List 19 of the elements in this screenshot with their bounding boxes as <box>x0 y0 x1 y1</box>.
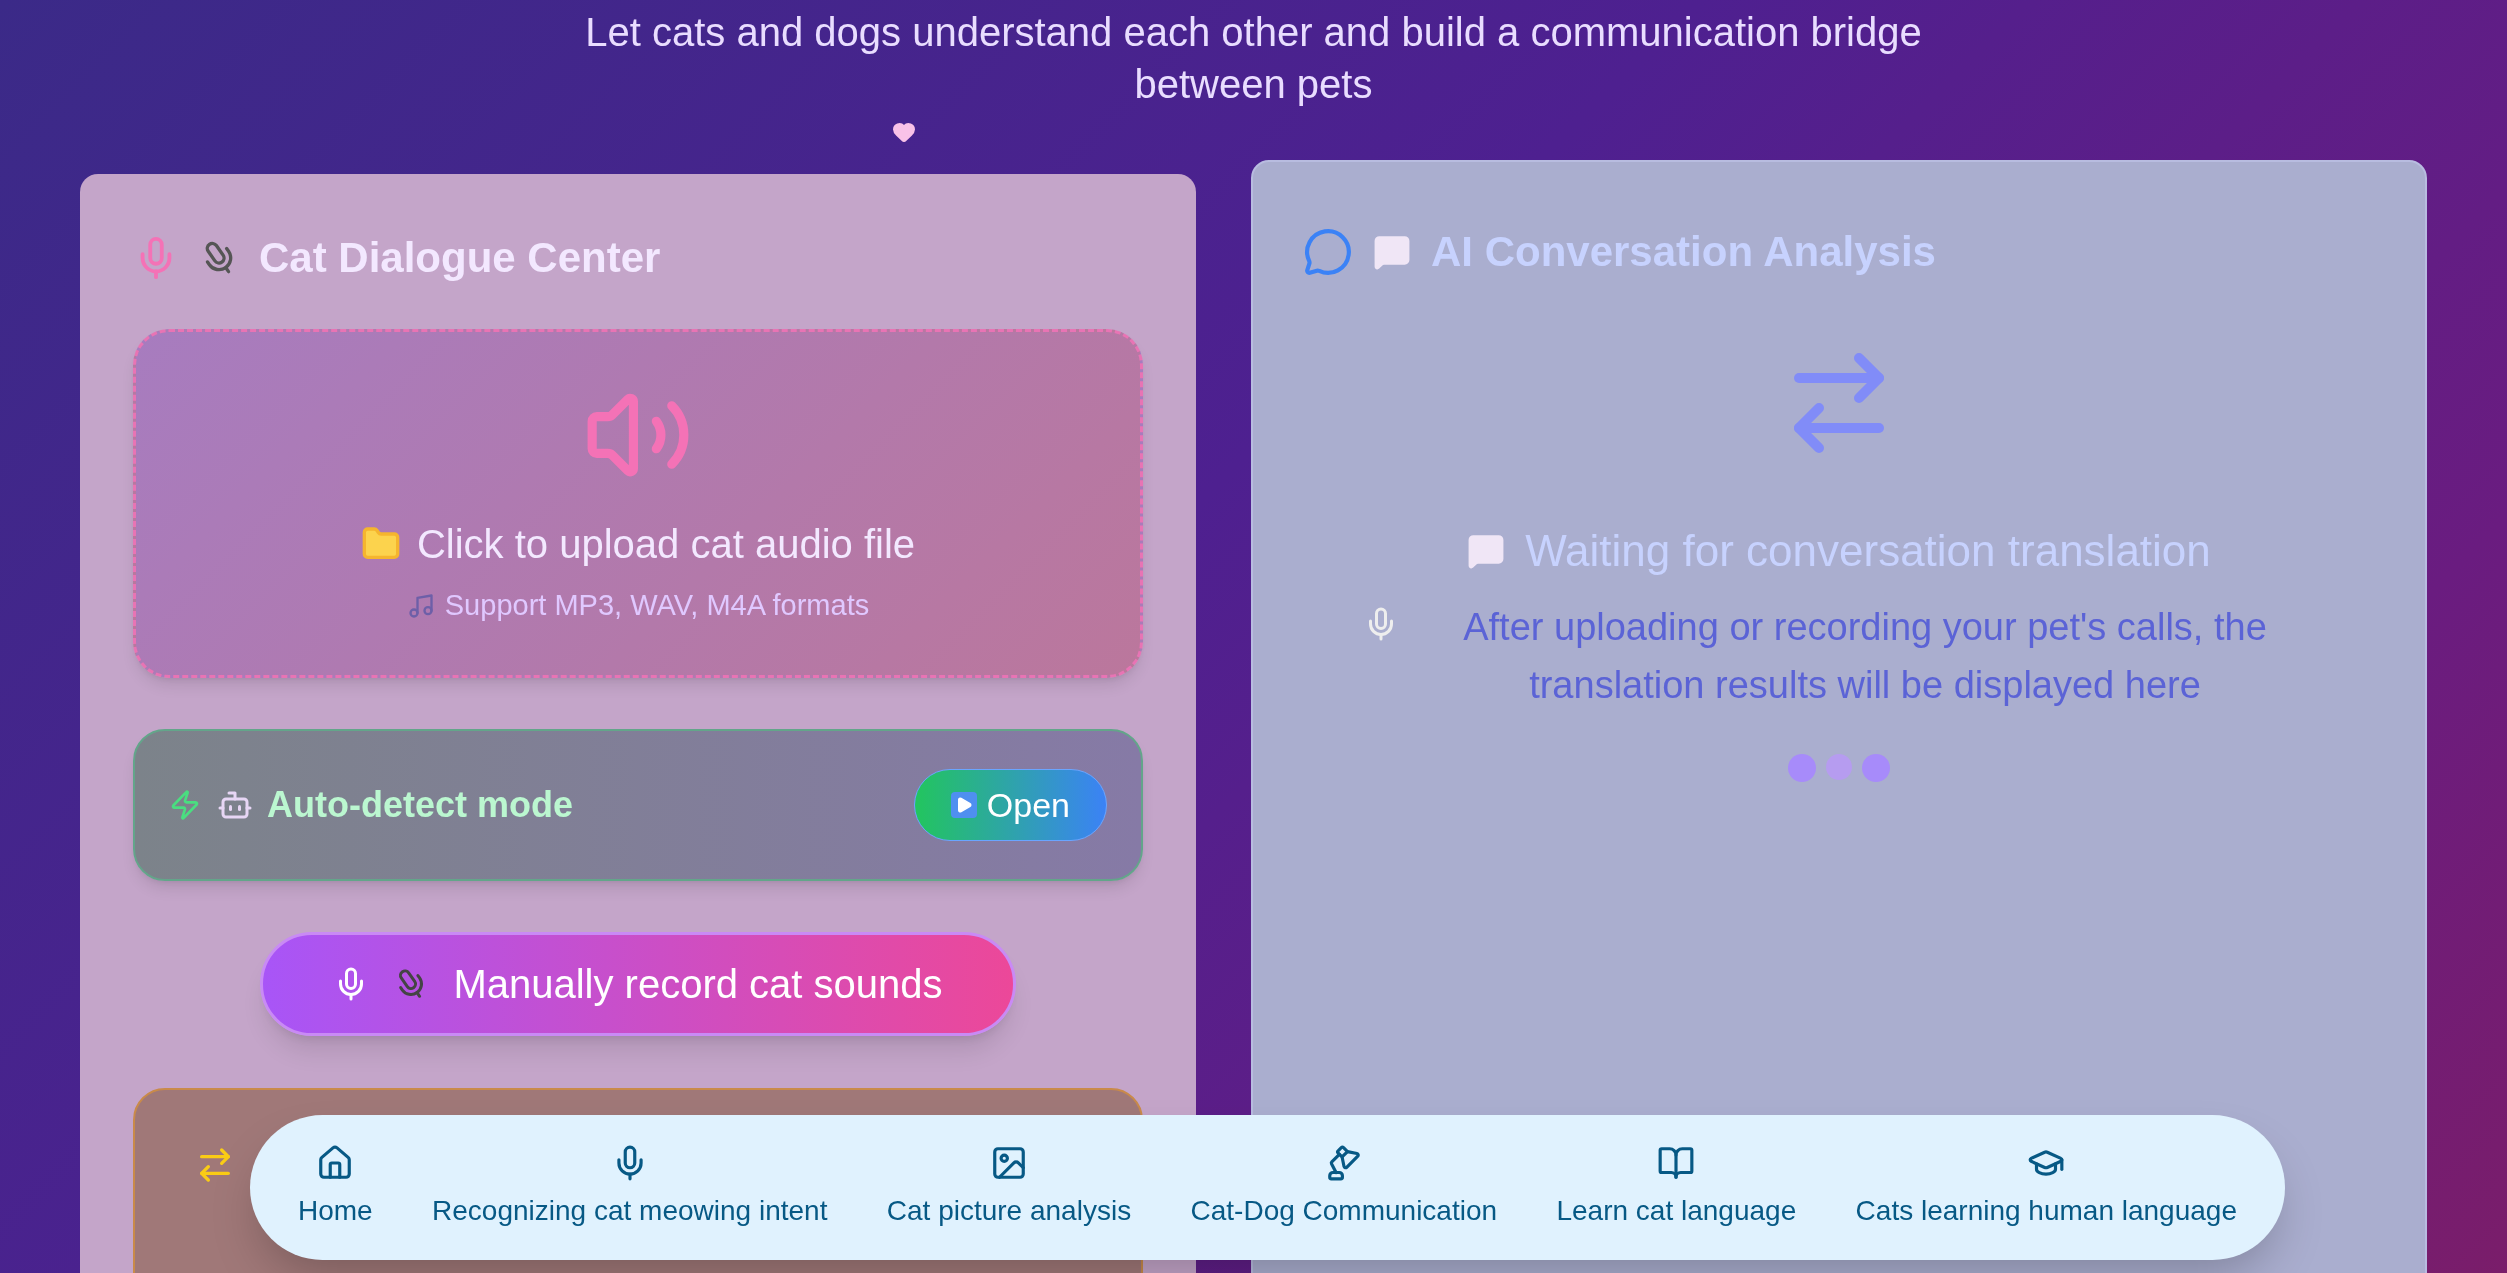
music-note-icon <box>406 591 435 620</box>
heart-icon <box>891 120 916 144</box>
play-icon <box>950 792 977 819</box>
nav-item[interactable]: Cat-Dog Communication <box>1182 1143 1506 1232</box>
record-button[interactable]: Manually record cat sounds <box>260 931 1016 1036</box>
upload-title: Click to upload cat audio file <box>416 520 916 568</box>
auto-detect-label: Auto-detect mode <box>267 783 573 828</box>
panel-title: Cat Dialogue Center <box>259 233 661 283</box>
nav-item[interactable]: Home <box>290 1143 381 1232</box>
nav-item[interactable]: Learn cat language <box>1548 1143 1805 1232</box>
subtitle: Let cats and dogs understand each other and build a communication bridge between pets <box>584 9 1923 108</box>
speech-bubble-icon <box>1467 532 1506 570</box>
nav-item[interactable]: Cat picture analysis <box>878 1143 1140 1232</box>
nav-item[interactable]: Recognizing cat meowing intent <box>424 1143 836 1232</box>
upload-hint: Support MP3, WAV, M4A formats <box>444 587 870 623</box>
lightning-icon <box>169 789 201 822</box>
status-description: After uploading or recording your pet's calls, the translation results will be displayed here <box>1462 605 2268 708</box>
chat-bubble-icon <box>1303 226 1353 277</box>
nav-item[interactable]: Cats learning human language <box>1847 1143 2245 1232</box>
